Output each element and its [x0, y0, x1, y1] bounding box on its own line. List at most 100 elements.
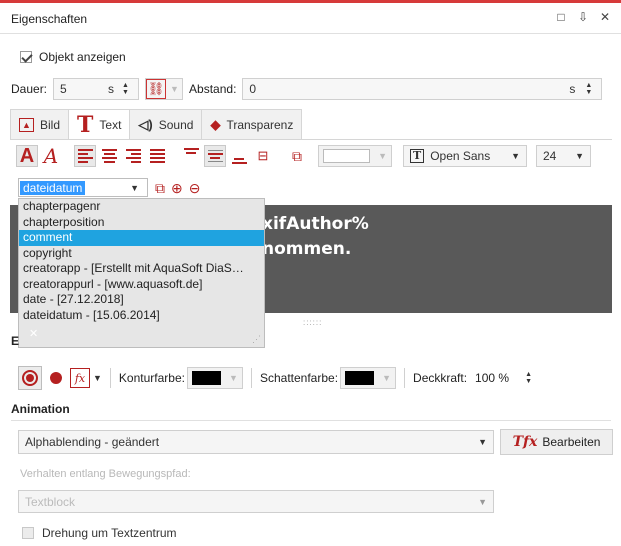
font-icon: T — [410, 149, 425, 163]
divider — [250, 368, 252, 388]
edit-animation-label: Bearbeiten — [542, 435, 601, 449]
pin-icon[interactable]: ⇩ — [577, 10, 589, 24]
italic-icon[interactable]: A — [40, 144, 62, 168]
tab-label: Bild — [40, 117, 61, 132]
placeholder-selected-value: dateidatum — [20, 180, 86, 195]
align-right-icon[interactable] — [122, 145, 144, 167]
align-center-icon[interactable] — [98, 145, 120, 167]
resize-handle-icon[interactable]: :::::: — [303, 318, 322, 327]
chevron-down-icon: ▼ — [511, 151, 520, 161]
divider — [404, 368, 406, 388]
tab-label: Sound — [158, 117, 194, 132]
tab-underline — [10, 139, 612, 140]
contour-color-swatch — [191, 371, 222, 385]
show-object-row: Objekt anzeigen — [20, 50, 126, 64]
motion-path-value: Textblock — [25, 494, 76, 509]
valign-bottom-icon[interactable] — [228, 145, 250, 167]
zoom-in-icon[interactable]: ⊕ — [171, 180, 183, 197]
tab-text[interactable]: T Text — [68, 109, 131, 139]
image-icon: ▲ — [19, 117, 34, 132]
list-item[interactable]: dateidatum - [15.06.2014] — [19, 308, 264, 324]
outline-icon — [22, 370, 38, 386]
tab-bild[interactable]: ▲ Bild — [10, 109, 70, 139]
list-item[interactable]: chapterpagenr — [19, 199, 264, 215]
text-T-icon: T — [77, 111, 94, 138]
chevron-down-icon: ▼ — [170, 84, 179, 94]
outline-toggle[interactable] — [18, 366, 42, 390]
placeholder-dropdown-list: chapterpagenr chapterposition comment co… — [18, 198, 265, 348]
preview-line-2: nommen. — [262, 239, 352, 259]
list-item[interactable]: copyright — [19, 246, 264, 262]
transparency-icon: ◆ — [210, 116, 221, 132]
maximize-icon[interactable]: □ — [555, 10, 567, 24]
animation-value: Alphablending - geändert — [25, 435, 160, 449]
valign-top-icon[interactable] — [180, 145, 202, 167]
font-family-dropdown[interactable]: T Open Sans ▼ — [403, 145, 527, 167]
motion-path-dropdown[interactable]: Textblock ▼ — [18, 490, 494, 513]
tab-sound[interactable]: ◁) Sound — [129, 109, 203, 139]
effects-toolbar: fx ▼ Konturfarbe: ▼ Schattenfarbe: ▼ Dec… — [18, 366, 535, 390]
font-size-dropdown[interactable]: 24 ▼ — [536, 145, 591, 167]
preview-line-1: xifAuthor% — [262, 214, 369, 234]
list-item[interactable]: creatorappurl - [www.aquasoft.de] — [19, 277, 264, 293]
animation-dropdown[interactable]: Alphablending - geändert ▼ — [18, 430, 494, 454]
list-item[interactable]: creatorapp - [Erstellt mit AquaSoft DiaS… — [19, 261, 264, 277]
motion-path-label: Verhalten entlang Bewegungspfad: — [20, 468, 191, 480]
tab-transparenz[interactable]: ◆ Transparenz — [201, 109, 303, 139]
insert-placeholder-icon[interactable]: ⧉ — [155, 180, 165, 197]
placeholder-combobox[interactable]: dateidatum ▼ — [18, 178, 148, 197]
placeholder-actions: ⧉ ⊕ ⊖ — [155, 180, 200, 197]
duration-label: Dauer: — [11, 82, 48, 96]
list-item[interactable]: chapterposition — [19, 215, 264, 231]
chevron-down-icon: ▼ — [478, 496, 487, 507]
link-toggle[interactable]: ⛓ ▼ — [145, 78, 184, 100]
text-color-dropdown[interactable]: ▼ — [318, 145, 392, 167]
bold-icon[interactable]: A — [16, 145, 38, 167]
font-family-value: Open Sans — [430, 149, 491, 163]
wordwrap-icon[interactable]: ⧉ — [286, 145, 308, 167]
align-left-icon[interactable] — [74, 145, 96, 167]
list-item-highlighted[interactable]: comment — [19, 230, 264, 246]
tab-label: Transparenz — [226, 117, 294, 132]
duration-unit: s — [108, 82, 115, 96]
chevron-down-icon: ▼ — [378, 151, 387, 161]
chevron-down-icon: ▼ — [93, 373, 102, 383]
property-tabs: ▲ Bild T Text ◁) Sound ◆ Transparenz — [10, 109, 303, 139]
autofit-icon[interactable]: ⊟ — [252, 145, 274, 167]
edit-animation-button[interactable]: Tfx Bearbeiten — [500, 429, 613, 455]
close-icon[interactable]: ✕ — [29, 327, 38, 340]
chevron-down-icon: ▼ — [229, 373, 238, 383]
zoom-out-icon[interactable]: ⊖ — [189, 180, 201, 197]
format-toolbar: A A ⊟ ⧉ ▼ T Open Sans ▼ 24 ▼ — [16, 144, 591, 168]
contour-color-dropdown[interactable]: ▼ — [186, 367, 243, 389]
spacing-field[interactable]: 0 s ▲ ▼ — [242, 78, 603, 100]
duration-value: 5 — [60, 82, 67, 96]
fx-icon: fx — [70, 368, 90, 388]
tab-label: Text — [99, 117, 122, 132]
title-separator — [0, 33, 621, 34]
divider — [109, 368, 111, 388]
spacing-value: 0 — [249, 82, 257, 96]
opacity-value[interactable]: 100 % — [475, 371, 509, 385]
spacing-label: Abstand: — [189, 82, 237, 96]
valign-middle-icon[interactable] — [204, 145, 226, 167]
shadow-color-dropdown[interactable]: ▼ — [340, 367, 397, 389]
grip-icon: ⋰ — [252, 334, 261, 344]
rotate-around-center-checkbox[interactable] — [22, 527, 34, 539]
chevron-down-icon: ▼ — [575, 151, 584, 161]
window-accent-bar — [0, 0, 621, 3]
close-icon[interactable]: ✕ — [599, 10, 611, 24]
duration-field[interactable]: 5 s ▲ ▼ — [53, 78, 140, 100]
spacing-spinner-icon[interactable]: ▲ ▼ — [585, 80, 595, 98]
opacity-label: Deckkraft: — [413, 371, 468, 385]
duration-spinner-icon[interactable]: ▲ ▼ — [122, 80, 132, 98]
opacity-spinner-icon[interactable]: ▲ ▼ — [525, 369, 535, 387]
list-item[interactable]: date - [27.12.2018] — [19, 292, 264, 308]
font-size-value: 24 — [543, 149, 557, 163]
shadow-icon[interactable] — [50, 372, 62, 384]
animation-section-title: Animation — [11, 402, 70, 416]
effects-fx-dropdown[interactable]: fx ▼ — [70, 368, 102, 388]
show-object-checkbox[interactable] — [20, 51, 32, 63]
shadow-color-swatch — [345, 371, 375, 385]
justify-icon[interactable] — [146, 145, 168, 167]
